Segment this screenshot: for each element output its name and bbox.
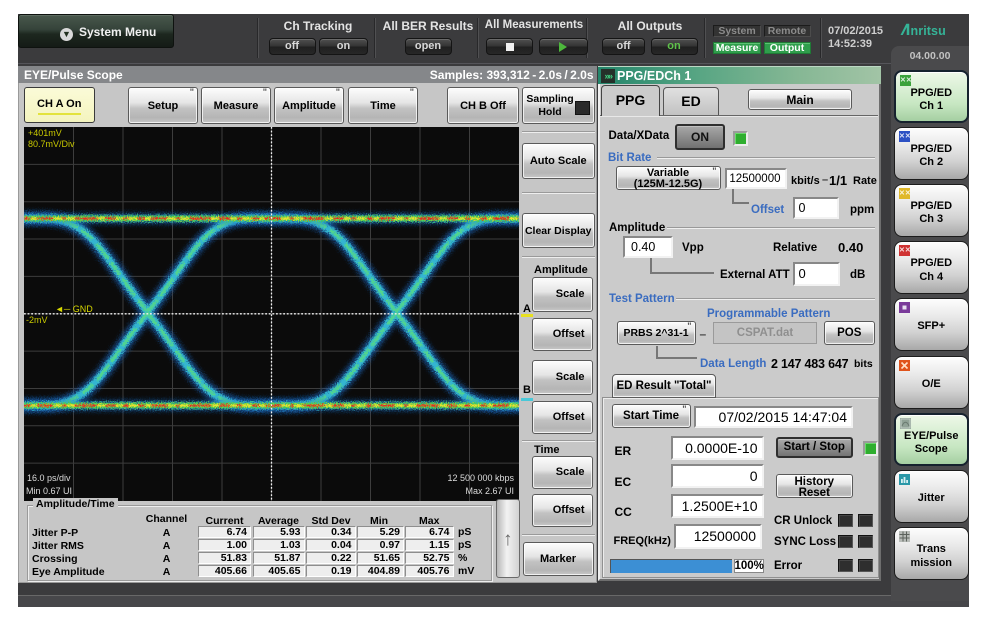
svg-text:nritsu: nritsu xyxy=(911,24,946,36)
